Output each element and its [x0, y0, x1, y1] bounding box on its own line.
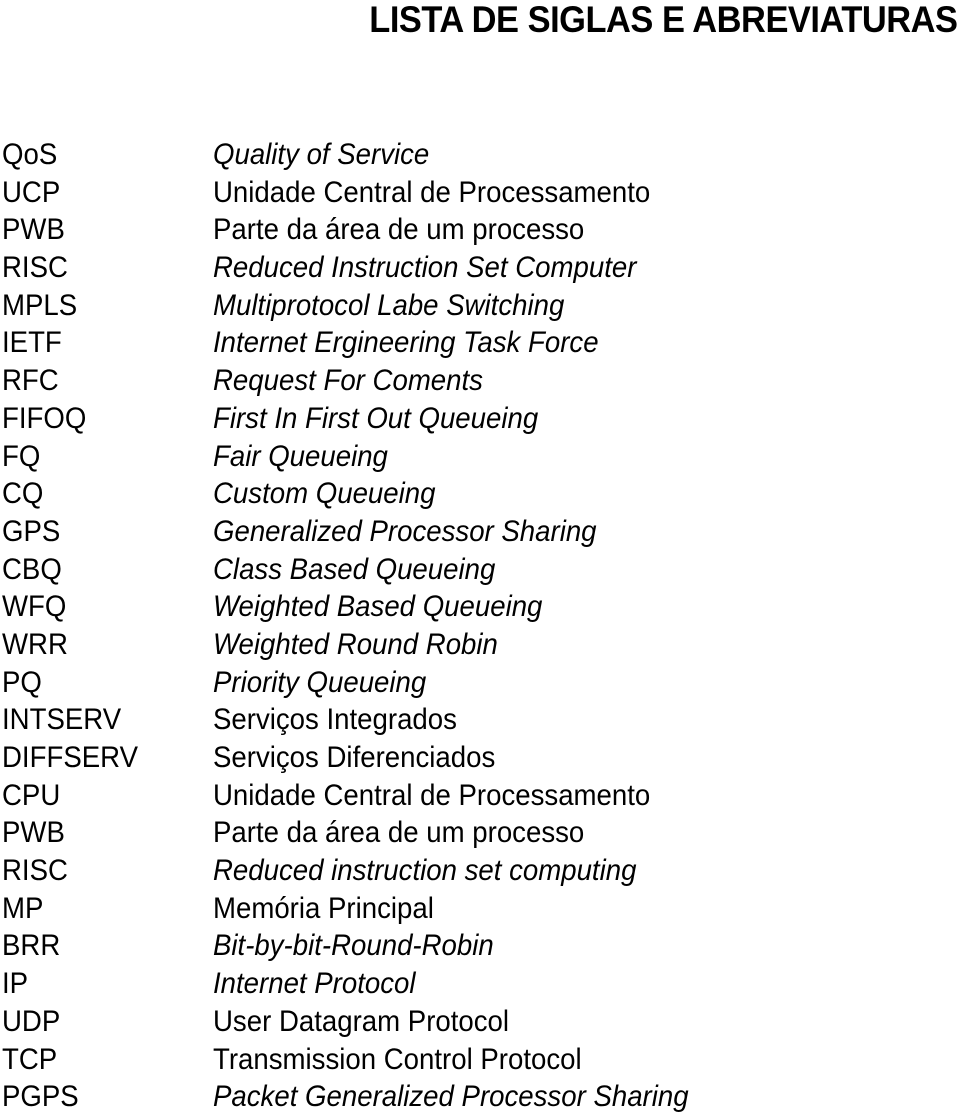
abbreviation: UCP: [2, 175, 61, 209]
abbreviation: WFQ: [2, 590, 67, 624]
definition: Internet Protocol: [213, 967, 416, 1001]
definition: Custom Queueing: [213, 477, 436, 511]
glossary-entry: QoS Quality of Service: [2, 136, 960, 174]
glossary-entry: PQ Priority Queueing: [2, 664, 960, 702]
abbreviation: INTSERV: [2, 703, 122, 737]
definition: Priority Queueing: [213, 665, 427, 699]
abbreviation: CBQ: [2, 552, 62, 586]
definition: Reduced instruction set computing: [213, 854, 637, 888]
definition: Transmission Control Protocol: [213, 1042, 582, 1076]
definition: Request For Coments: [213, 364, 483, 398]
definition: Class Based Queueing: [213, 552, 496, 586]
definition: Serviços Integrados: [213, 703, 457, 737]
page-title: LISTA DE SIGLAS E ABREVIATURAS: [369, 0, 959, 40]
abbreviation: PGPS: [2, 1080, 79, 1114]
abbreviation: MP: [2, 891, 44, 925]
glossary-entry: BRR Bit-by-bit-Round-Robin: [2, 927, 960, 965]
definition: Generalized Processor Sharing: [213, 514, 597, 548]
abbreviation: UDP: [2, 1004, 61, 1038]
glossary-entry: IP Internet Protocol: [2, 965, 960, 1003]
abbreviation: GPS: [2, 514, 61, 548]
definition: Packet Generalized Processor Sharing: [213, 1080, 689, 1114]
definition: Serviços Diferenciados: [213, 741, 496, 774]
glossary-entry: WFQ Weighted Based Queueing: [2, 588, 960, 626]
glossary-entry: PWB Parte da área de um processo: [2, 211, 960, 249]
abbreviation: BRR: [2, 929, 61, 963]
definition: First In First Out Queueing: [213, 401, 539, 435]
abbreviation: CQ: [2, 477, 44, 511]
glossary-entry: TCP Transmission Control Protocol: [2, 1041, 960, 1079]
abbreviation: RISC: [2, 251, 68, 285]
glossary-entry: DIFFSERV Serviços Diferenciados: [2, 739, 960, 777]
definition: Reduced Instruction Set Computer: [213, 251, 637, 285]
abbreviation: FQ: [2, 439, 41, 473]
glossary-entry: FIFOQ First In First Out Queueing: [2, 400, 960, 438]
abbreviation: WRR: [2, 627, 68, 661]
definition: Unidade Central de Processamento: [213, 175, 651, 209]
abbreviation: IETF: [2, 326, 62, 360]
definition: Quality of Service: [213, 138, 430, 171]
glossary-entry: IETF Internet Ergineering Task Force: [2, 324, 960, 362]
definition: Fair Queueing: [213, 439, 388, 473]
abbreviation: PQ: [2, 665, 42, 699]
abbreviation: CPU: [2, 778, 61, 812]
glossary-entry: PWB Parte da área de um processo: [2, 814, 960, 852]
glossary-entry: MPLS Multiprotocol Labe Switching: [2, 287, 960, 325]
abbreviation: RISC: [2, 854, 68, 888]
glossary-entry: RISC Reduced Instruction Set Computer: [2, 249, 960, 287]
abbreviation: PWB: [2, 816, 65, 850]
glossary-entry: FQ Fair Queueing: [2, 438, 960, 476]
definition: Multiprotocol Labe Switching: [213, 288, 565, 322]
glossary-entry: CQ Custom Queueing: [2, 475, 960, 513]
definition: Weighted Round Robin: [213, 627, 498, 661]
definition: Memória Principal: [213, 891, 434, 925]
abbreviation: TCP: [2, 1042, 58, 1076]
glossary-entry: RFC Request For Coments: [2, 362, 960, 400]
definition: Weighted Based Queueing: [213, 590, 543, 624]
glossary-entry: CBQ Class Based Queueing: [2, 551, 960, 589]
definition: Internet Ergineering Task Force: [213, 326, 599, 360]
abbreviation: PWB: [2, 213, 65, 247]
abbreviation: MPLS: [2, 288, 78, 322]
abbreviation: FIFOQ: [2, 401, 87, 435]
definition: Parte da área de um processo: [213, 213, 585, 247]
definition: Parte da área de um processo: [213, 816, 585, 850]
abbreviation: RFC: [2, 364, 59, 398]
abbreviation: QoS: [2, 138, 58, 171]
abbreviation: DIFFSERV: [2, 741, 138, 774]
glossary-entry: MP Memória Principal: [2, 890, 960, 928]
glossary-entry: CPU Unidade Central de Processamento: [2, 777, 960, 815]
glossary-entry: GPS Generalized Processor Sharing: [2, 513, 960, 551]
glossary-entry: INTSERV Serviços Integrados: [2, 701, 960, 739]
definition: Unidade Central de Processamento: [213, 778, 651, 812]
glossary-entry: WRR Weighted Round Robin: [2, 626, 960, 664]
glossary-entry: PGPS Packet Generalized Processor Sharing: [2, 1078, 960, 1116]
abbreviation: IP: [2, 967, 29, 1001]
glossary-entry: RISC Reduced instruction set computing: [2, 852, 960, 890]
glossary-entry: UDP User Datagram Protocol: [2, 1003, 960, 1041]
definition: User Datagram Protocol: [213, 1004, 510, 1038]
definition: Bit-by-bit-Round-Robin: [213, 929, 494, 963]
glossary-entry: UCP Unidade Central de Processamento: [2, 174, 960, 212]
abbreviation-list: QoS Quality of Service UCP Unidade Central …: [2, 136, 960, 1116]
